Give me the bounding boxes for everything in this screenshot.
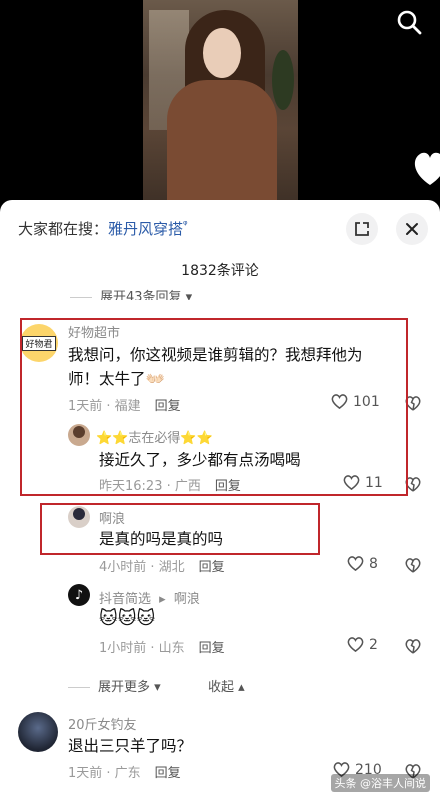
- avatar[interactable]: ♪: [68, 584, 90, 606]
- music-note-icon: ♪: [74, 587, 84, 603]
- comment-text: 退出三只羊了吗？: [68, 737, 193, 755]
- expand-replies-top[interactable]: 展开43条回复 ▾: [70, 286, 192, 300]
- search-hint-icon: ᵠ: [183, 218, 188, 231]
- collapse-button[interactable]: 收起 ▴: [208, 676, 245, 695]
- like-video-icon[interactable]: [410, 145, 440, 189]
- reply-button[interactable]: 回复: [199, 641, 225, 656]
- reply-button[interactable]: 回复: [155, 766, 181, 781]
- video-frame: [143, 0, 298, 215]
- hot-search-term[interactable]: 雅丹风穿搭: [108, 220, 183, 238]
- heart-icon: [347, 556, 364, 572]
- comment-sheet: [0, 200, 440, 800]
- video-player[interactable]: [0, 0, 440, 215]
- dislike-icon[interactable]: [404, 637, 422, 655]
- expand-more-button[interactable]: 展开更多 ▾: [68, 676, 161, 695]
- reply-meta: 1小时前 · 山东 回复: [99, 641, 225, 656]
- reply-meta: 4小时前 · 湖北 回复: [99, 560, 225, 575]
- avatar[interactable]: [18, 712, 58, 752]
- fullscreen-button[interactable]: [346, 213, 378, 245]
- like-button[interactable]: 2: [346, 636, 378, 653]
- highlight-box: [20, 318, 408, 496]
- comment-username[interactable]: 20斤女钓友: [68, 714, 137, 733]
- heart-icon: [347, 637, 364, 653]
- reply-text: 🐱🐱🐱: [99, 608, 156, 629]
- reply-button[interactable]: 回复: [199, 560, 225, 575]
- like-button[interactable]: 8: [346, 555, 378, 572]
- close-button[interactable]: [396, 213, 428, 245]
- hot-search-prefix: 大家都在搜：: [18, 220, 109, 238]
- expand-icon: [355, 222, 369, 236]
- close-icon: [406, 223, 418, 235]
- hot-search-bar[interactable]: 大家都在搜：雅丹风穿搭ᵠ: [18, 218, 188, 239]
- screen: 大家都在搜：雅丹风穿搭ᵠ 1832条评论 展开43条回复 ▾ 好物君 好物超市 …: [0, 0, 440, 800]
- reply-to-arrow-icon: ▸: [159, 592, 166, 607]
- highlight-box: [40, 503, 320, 555]
- dislike-icon[interactable]: [404, 556, 422, 574]
- watermark: 头条 @浴丰人间说: [330, 774, 430, 792]
- reply-username[interactable]: 抖音简选 ▸ 啊浪: [99, 588, 200, 607]
- search-icon[interactable]: [396, 9, 422, 35]
- comment-count: 1832条评论: [181, 263, 259, 279]
- comment-meta: 1天前 · 广东 回复: [68, 766, 181, 781]
